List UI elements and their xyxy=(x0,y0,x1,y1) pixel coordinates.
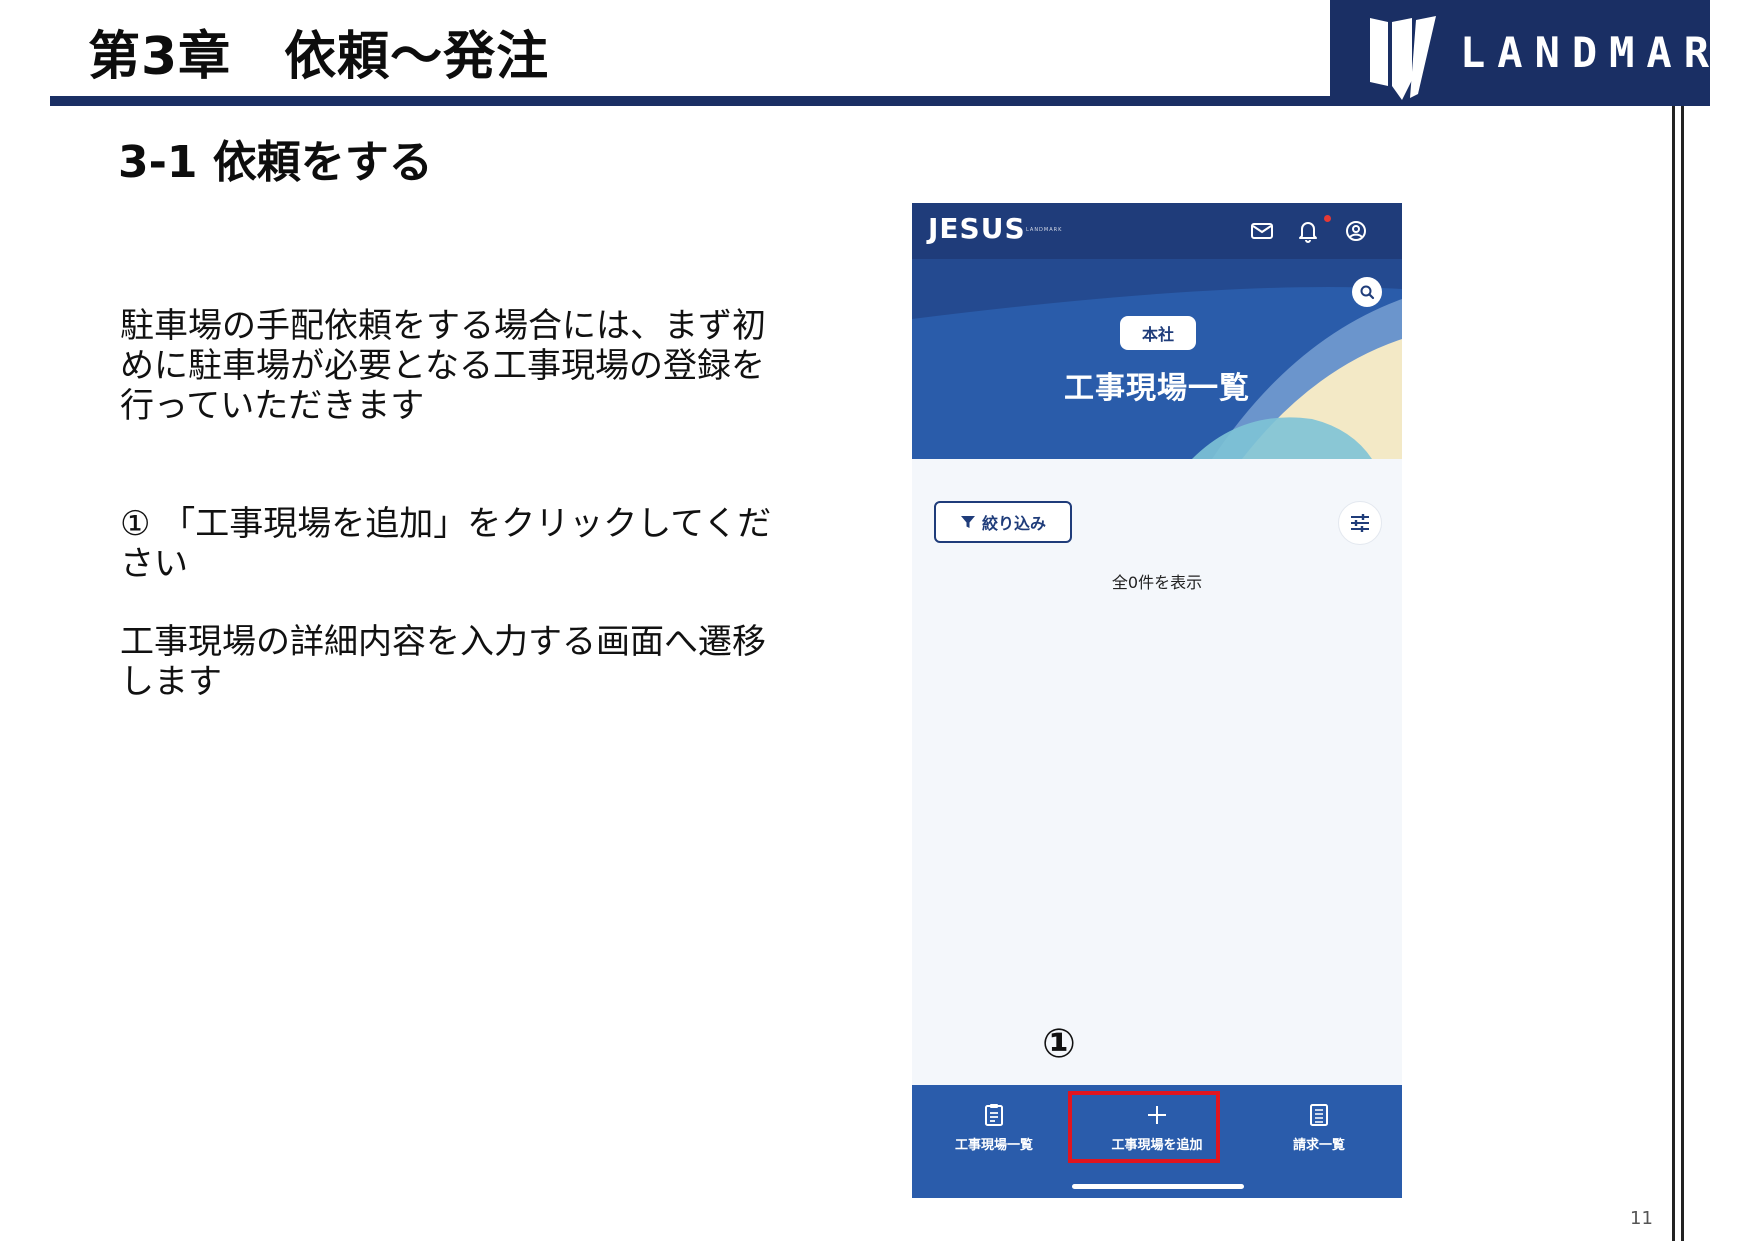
branch-badge[interactable]: 本社 xyxy=(1120,316,1196,350)
highlight-box xyxy=(1068,1091,1220,1163)
description-3: 工事現場の詳細内容を入力する画面へ遷移します xyxy=(120,622,766,702)
app-brand: JESUS xyxy=(928,212,1026,245)
hero-background xyxy=(912,259,1402,459)
section-title: 3-1 依頼をする xyxy=(118,137,433,188)
filter-button[interactable]: 絞り込み xyxy=(934,501,1072,543)
display-settings-button[interactable] xyxy=(1338,501,1382,545)
clipboard-icon xyxy=(985,1103,1003,1126)
bell-icon[interactable] xyxy=(1294,217,1322,245)
nav-site-list-label: 工事現場一覧 xyxy=(954,1137,1033,1153)
nav-invoice-list-label: 請求一覧 xyxy=(1292,1137,1345,1153)
mail-icon[interactable] xyxy=(1248,217,1276,245)
filter-icon xyxy=(960,516,975,528)
app-brand-sub: LANDMARK xyxy=(1026,227,1063,233)
notification-dot xyxy=(1324,215,1331,222)
filter-label: 絞り込み xyxy=(981,514,1046,533)
phone-screenshot: JESUS LANDMARK 本社 工事現場一覧 絞り込み 全0件を表示 ① 工… xyxy=(912,203,1402,1198)
chapter-title: 第3章 依頼～発注 xyxy=(88,27,550,87)
step-marker: ① xyxy=(1042,1021,1076,1067)
description-2: ① 「工事現場を追加」をクリックしてください xyxy=(120,504,772,584)
landmark-logo: LANDMARK xyxy=(1330,0,1746,106)
description-1: 駐車場の手配依頼をする場合には、まず初めに駐車場が必要となる工事現場の登録を行っ… xyxy=(120,306,766,426)
nav-invoice-list[interactable]: 請求一覧 xyxy=(1239,1085,1399,1169)
page-number: 11 xyxy=(1630,1208,1653,1229)
hero-banner: 本社 工事現場一覧 xyxy=(912,259,1402,459)
search-icon xyxy=(1360,285,1375,300)
search-button[interactable] xyxy=(1352,277,1382,307)
logo-text: LANDMARK xyxy=(1460,28,1755,77)
result-count: 全0件を表示 xyxy=(1111,573,1203,592)
right-border-bars xyxy=(1672,106,1684,1241)
app-bar: JESUS LANDMARK xyxy=(912,203,1402,259)
sliders-icon xyxy=(1351,514,1369,532)
account-icon[interactable] xyxy=(1342,217,1370,245)
page-title: 工事現場一覧 xyxy=(1064,371,1250,406)
document-list-icon xyxy=(1310,1103,1328,1126)
home-indicator[interactable] xyxy=(1072,1184,1244,1189)
nav-site-list[interactable]: 工事現場一覧 xyxy=(914,1085,1074,1169)
landmark-logo-icon xyxy=(1370,16,1436,100)
bottom-navigation: 工事現場一覧 工事現場を追加 請求一覧 xyxy=(912,1085,1402,1198)
